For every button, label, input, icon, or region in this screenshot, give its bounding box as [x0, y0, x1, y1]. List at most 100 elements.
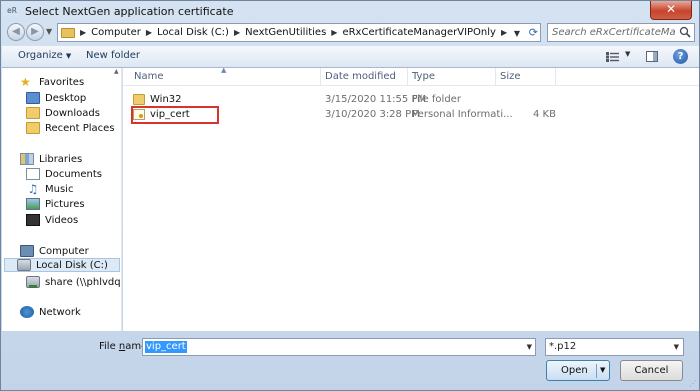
close-button[interactable]: ✕ [650, 1, 692, 20]
view-options-dropdown-icon[interactable]: ▼ [625, 50, 630, 58]
nav-item-label: Downloads [45, 107, 100, 119]
open-options-chevron-icon[interactable]: ▼ [600, 366, 605, 374]
address-row: ◀ ▶ ▼ ▶ Computer ▶ Local Disk (C:) ▶ Nex… [1, 23, 699, 43]
nav-item-label: Documents [45, 168, 103, 180]
back-button[interactable]: ◀ [7, 23, 25, 41]
breadcrumb-erxcertificatemanager[interactable]: eRxCertificateManagerVIPOnly [342, 27, 496, 38]
desktop-icon [26, 92, 40, 104]
folder-icon [61, 27, 75, 38]
videos-icon [26, 214, 40, 226]
nav-item-label: Recent Places [45, 122, 115, 134]
address-bar[interactable]: ▶ Computer ▶ Local Disk (C:) ▶ NextGenUt… [57, 23, 541, 42]
nav-item-pictures[interactable]: Pictures [26, 197, 85, 211]
nav-computer-label: Computer [39, 245, 89, 257]
nav-item-local-disk[interactable]: Local Disk (C:) [4, 258, 120, 272]
file-name: Win32 [150, 94, 182, 105]
column-header-date-modified[interactable]: Date modified [325, 71, 396, 82]
nav-item-label: Pictures [45, 198, 85, 210]
resize-grip-icon[interactable]: ⋰ [689, 379, 697, 388]
scroll-up-icon[interactable]: ▲ [114, 68, 119, 75]
folder-icon [133, 94, 145, 105]
open-button[interactable]: Open ▼ [546, 360, 610, 381]
breadcrumb-nextgenutilities[interactable]: NextGenUtilities [245, 27, 326, 38]
downloads-icon [26, 107, 40, 119]
refresh-icon[interactable]: ⟳ [529, 26, 538, 39]
nav-item-recent-places[interactable]: Recent Places [26, 121, 115, 135]
file-name: vip_cert [150, 109, 190, 120]
file-type-filter-value: *.p12 [549, 341, 577, 352]
nav-favorites[interactable]: ★ Favorites [20, 75, 84, 89]
drive-icon [17, 259, 31, 271]
breadcrumb-local-disk[interactable]: Local Disk (C:) [157, 27, 229, 38]
file-name-field[interactable]: vip_cert ▼ [142, 338, 536, 356]
cancel-button[interactable]: Cancel [620, 360, 683, 381]
file-date-modified: 3/15/2020 11:55 PM [325, 94, 427, 105]
chevron-down-icon[interactable]: ▼ [527, 343, 532, 351]
column-divider[interactable] [495, 68, 496, 85]
chevron-right-icon[interactable]: ▶ [331, 28, 337, 37]
search-input[interactable]: Search eRxCertificateManager... [547, 23, 695, 42]
chevron-down-icon: ▼ [65, 52, 72, 60]
window-title: Select NextGen application certificate [25, 5, 234, 18]
nav-item-videos[interactable]: Videos [26, 213, 78, 227]
command-bar: Organize ▼ New folder ▼ ? [2, 46, 699, 68]
file-name-value: vip_cert [145, 341, 187, 353]
preview-pane-icon[interactable] [646, 51, 658, 62]
chevron-right-icon[interactable]: ▶ [146, 28, 152, 37]
column-divider[interactable] [407, 68, 408, 85]
file-row-win32[interactable]: Win32 3/15/2020 11:55 PM File folder [123, 93, 699, 107]
search-placeholder: Search eRxCertificateManager... [552, 27, 676, 38]
open-button-label: Open [561, 365, 588, 376]
column-header-size[interactable]: Size [500, 71, 521, 82]
search-icon[interactable] [679, 26, 691, 41]
address-dropdown-icon[interactable]: ▼ [514, 29, 520, 38]
file-row-vip-cert[interactable]: vip_cert 3/10/2020 3:28 PM Personal Info… [123, 106, 699, 124]
chevron-right-icon[interactable]: ▶ [80, 28, 86, 37]
nav-network-label: Network [39, 306, 81, 318]
nav-item-documents[interactable]: Documents [26, 167, 102, 181]
nav-libraries-label: Libraries [39, 153, 83, 165]
column-divider[interactable] [555, 68, 556, 85]
file-date-modified: 3/10/2020 3:28 PM [325, 109, 420, 120]
computer-icon [20, 245, 34, 257]
pictures-icon [26, 198, 40, 210]
column-header-type[interactable]: Type [412, 71, 435, 82]
chevron-right-icon[interactable]: ▶ [234, 28, 240, 37]
nav-item-label: Music [45, 183, 74, 195]
recent-pages-dropdown[interactable]: ▼ [46, 27, 52, 36]
file-type: File folder [412, 94, 461, 105]
nav-item-share[interactable]: share (\\phlvdqafile) [26, 275, 121, 289]
nav-item-desktop[interactable]: Desktop [26, 91, 86, 105]
nav-network[interactable]: Network [20, 305, 81, 319]
new-folder-button[interactable]: New folder [86, 50, 140, 61]
nav-item-music[interactable]: ♫ Music [26, 182, 74, 196]
navigation-pane[interactable]: ▲ ★ Favorites Desktop Downloads Recent P… [2, 68, 122, 331]
split-divider [596, 364, 597, 378]
breadcrumb-computer[interactable]: Computer [91, 27, 141, 38]
nav-favorites-label: Favorites [39, 76, 85, 88]
sort-ascending-icon: ▲ [221, 66, 227, 74]
chevron-right-icon[interactable]: ▶ [501, 28, 507, 37]
network-icon [20, 306, 34, 318]
chevron-down-icon[interactable]: ▼ [674, 343, 679, 351]
documents-icon [26, 168, 40, 180]
file-list[interactable]: ▲ Name Date modified Type Size Win32 3/1… [123, 66, 699, 331]
title-bar: eR Select NextGen application certificat… [1, 1, 699, 23]
column-header-name[interactable]: Name [134, 71, 164, 82]
file-type-filter[interactable]: *.p12 ▼ [545, 338, 684, 356]
music-icon: ♫ [27, 182, 39, 196]
forward-button[interactable]: ▶ [26, 23, 44, 41]
change-view-icon[interactable] [606, 52, 620, 65]
network-drive-icon [26, 276, 40, 288]
file-type: Personal Informati... [412, 109, 513, 120]
help-icon[interactable]: ? [673, 49, 688, 64]
nav-item-label: Videos [45, 214, 79, 226]
file-name-label-prefix: File [99, 341, 119, 352]
nav-computer[interactable]: Computer [20, 244, 89, 258]
nav-item-downloads[interactable]: Downloads [26, 106, 100, 120]
organize-button[interactable]: Organize ▼ [18, 50, 71, 61]
column-divider[interactable] [320, 68, 321, 85]
organize-label: Organize [18, 50, 63, 61]
nav-libraries[interactable]: Libraries [20, 152, 82, 166]
libraries-icon [20, 153, 34, 165]
